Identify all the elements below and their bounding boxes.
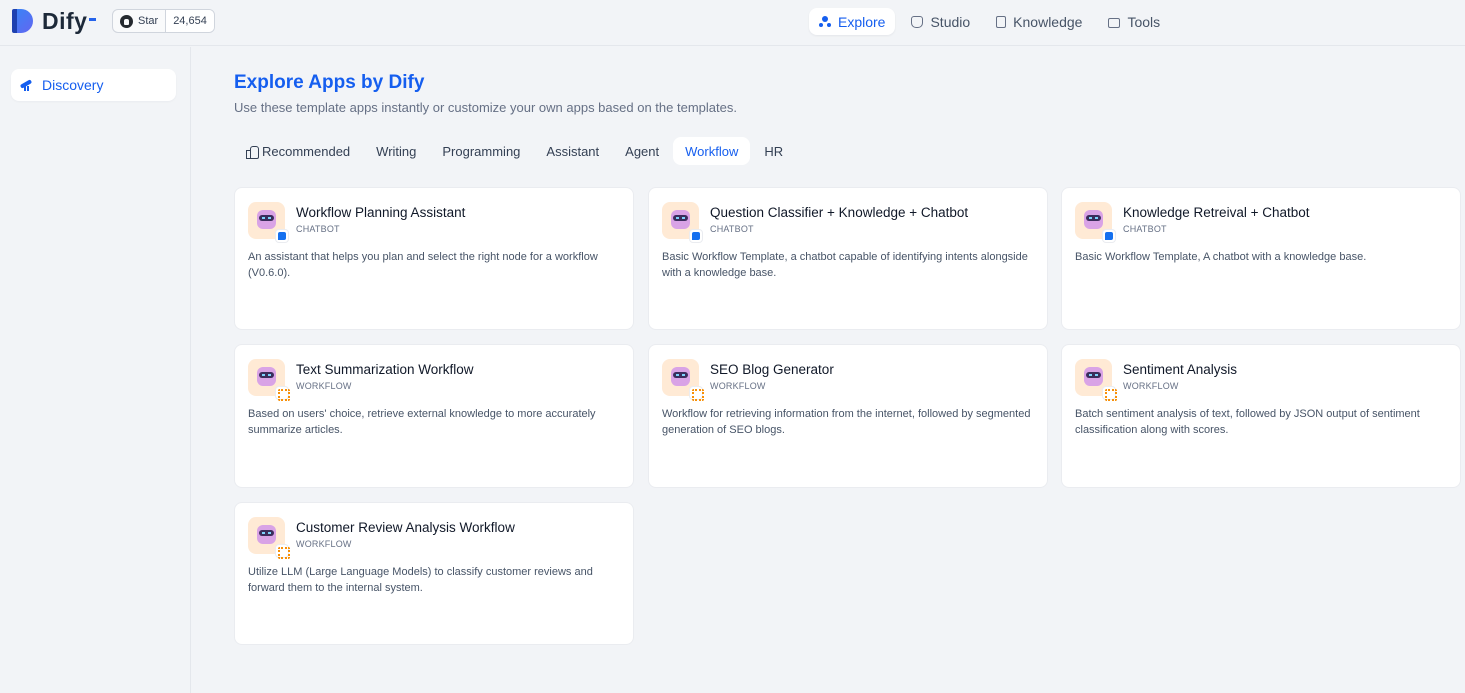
tab-recommended[interactable]: Recommended — [234, 137, 362, 165]
github-star-count[interactable]: 24,654 — [166, 10, 214, 32]
app-card[interactable]: Sentiment Analysis WORKFLOW Batch sentim… — [1061, 344, 1461, 488]
page-title: Explore Apps by Dify — [234, 72, 425, 93]
knowledge-icon — [996, 15, 1007, 28]
nav-tools[interactable]: Tools — [1098, 8, 1170, 35]
sidebar: Discovery — [0, 47, 191, 693]
tab-programming[interactable]: Programming — [430, 137, 532, 165]
app-title: Customer Review Analysis Workflow — [296, 520, 515, 535]
app-description: Basic Workflow Template, a chatbot capab… — [662, 251, 1028, 279]
app-icon — [662, 202, 703, 243]
workflow-badge-icon — [1102, 386, 1117, 401]
chatbot-badge-icon — [1102, 229, 1116, 243]
robot-icon — [257, 367, 276, 386]
app-description: Basic Workflow Template, A chatbot with … — [1075, 251, 1367, 263]
chatbot-badge-icon — [689, 229, 703, 243]
chatbot-badge-icon — [275, 229, 289, 243]
app-description: Workflow for retrieving information from… — [662, 408, 1031, 436]
app-title: Text Summarization Workflow — [296, 362, 474, 377]
app-icon — [1075, 202, 1116, 243]
github-star-label: Star — [138, 15, 159, 27]
app-type: WORKFLOW — [710, 381, 766, 391]
workflow-badge-icon — [275, 544, 290, 559]
tab-assistant[interactable]: Assistant — [534, 137, 611, 165]
app-card[interactable]: Knowledge Retreival + Chatbot CHATBOT Ba… — [1061, 187, 1461, 330]
app-title: Workflow Planning Assistant — [296, 205, 466, 220]
robot-icon — [257, 525, 276, 544]
dify-logo[interactable]: Dify — [12, 7, 97, 35]
page-subtitle: Use these template apps instantly or cus… — [234, 100, 737, 115]
telescope-icon — [19, 79, 33, 91]
robot-icon — [1084, 367, 1103, 386]
nav-knowledge[interactable]: Knowledge — [986, 8, 1092, 35]
thumbs-up-icon — [246, 145, 259, 159]
sidebar-item-label: Discovery — [42, 77, 104, 93]
github-star-button[interactable]: Star 24,654 — [112, 9, 215, 33]
nav-explore-label: Explore — [838, 13, 886, 30]
top-header: Dify Star 24,654 Explore Studio Knowledg… — [0, 0, 1465, 46]
tab-agent[interactable]: Agent — [613, 137, 671, 165]
app-type: CHATBOT — [296, 224, 340, 234]
app-title: Sentiment Analysis — [1123, 362, 1238, 377]
studio-icon — [911, 15, 924, 28]
tab-workflow[interactable]: Workflow — [673, 137, 751, 165]
app-type: WORKFLOW — [296, 381, 352, 391]
robot-icon — [671, 210, 690, 229]
app-icon — [248, 517, 290, 559]
category-tabs: Recommended Writing Programming Assistan… — [234, 137, 795, 165]
robot-icon — [1084, 210, 1103, 229]
logo-cursor — [89, 17, 97, 21]
brand-name: Dify — [42, 7, 88, 34]
nav-studio[interactable]: Studio — [901, 8, 980, 35]
app-card[interactable]: Workflow Planning Assistant CHATBOT An a… — [234, 187, 634, 330]
app-type: WORKFLOW — [296, 539, 352, 549]
app-icon — [248, 202, 289, 243]
tab-hr[interactable]: HR — [752, 137, 795, 165]
github-icon — [120, 14, 133, 28]
app-type: WORKFLOW — [1123, 381, 1179, 391]
robot-icon — [671, 367, 690, 386]
nav-tools-label: Tools — [1127, 13, 1161, 30]
app-type: CHATBOT — [1123, 224, 1167, 234]
explore-icon — [819, 15, 831, 28]
app-description: Based on users' choice, retrieve externa… — [248, 408, 596, 436]
sidebar-item-discovery[interactable]: Discovery — [11, 69, 176, 101]
workflow-badge-icon — [689, 386, 704, 401]
main-nav: Explore Studio Knowledge Tools — [809, 8, 1170, 35]
app-description: An assistant that helps you plan and sel… — [248, 251, 598, 279]
tools-icon — [1108, 17, 1121, 28]
tab-label: Recommended — [262, 143, 351, 159]
app-card[interactable]: Question Classifier + Knowledge + Chatbo… — [648, 187, 1048, 330]
app-title: SEO Blog Generator — [710, 362, 834, 377]
app-card[interactable]: SEO Blog Generator WORKFLOW Workflow for… — [648, 344, 1048, 488]
robot-icon — [257, 210, 276, 229]
app-type: CHATBOT — [710, 224, 754, 234]
app-description: Batch sentiment analysis of text, follow… — [1075, 408, 1420, 436]
github-star[interactable]: Star — [113, 10, 167, 32]
app-description: Utilize LLM (Large Language Models) to c… — [248, 566, 593, 594]
app-card[interactable]: Customer Review Analysis Workflow WORKFL… — [234, 502, 634, 645]
app-icon — [248, 359, 290, 401]
app-title: Knowledge Retreival + Chatbot — [1123, 205, 1310, 220]
dify-logo-mark — [12, 8, 34, 34]
nav-explore[interactable]: Explore — [809, 8, 896, 35]
app-title: Question Classifier + Knowledge + Chatbo… — [710, 205, 969, 220]
nav-studio-label: Studio — [930, 13, 971, 30]
app-icon — [1075, 359, 1117, 401]
tab-writing[interactable]: Writing — [364, 137, 428, 165]
app-icon — [662, 359, 704, 401]
nav-knowledge-label: Knowledge — [1013, 13, 1083, 30]
app-card[interactable]: Text Summarization Workflow WORKFLOW Bas… — [234, 344, 634, 488]
workflow-badge-icon — [275, 386, 290, 401]
